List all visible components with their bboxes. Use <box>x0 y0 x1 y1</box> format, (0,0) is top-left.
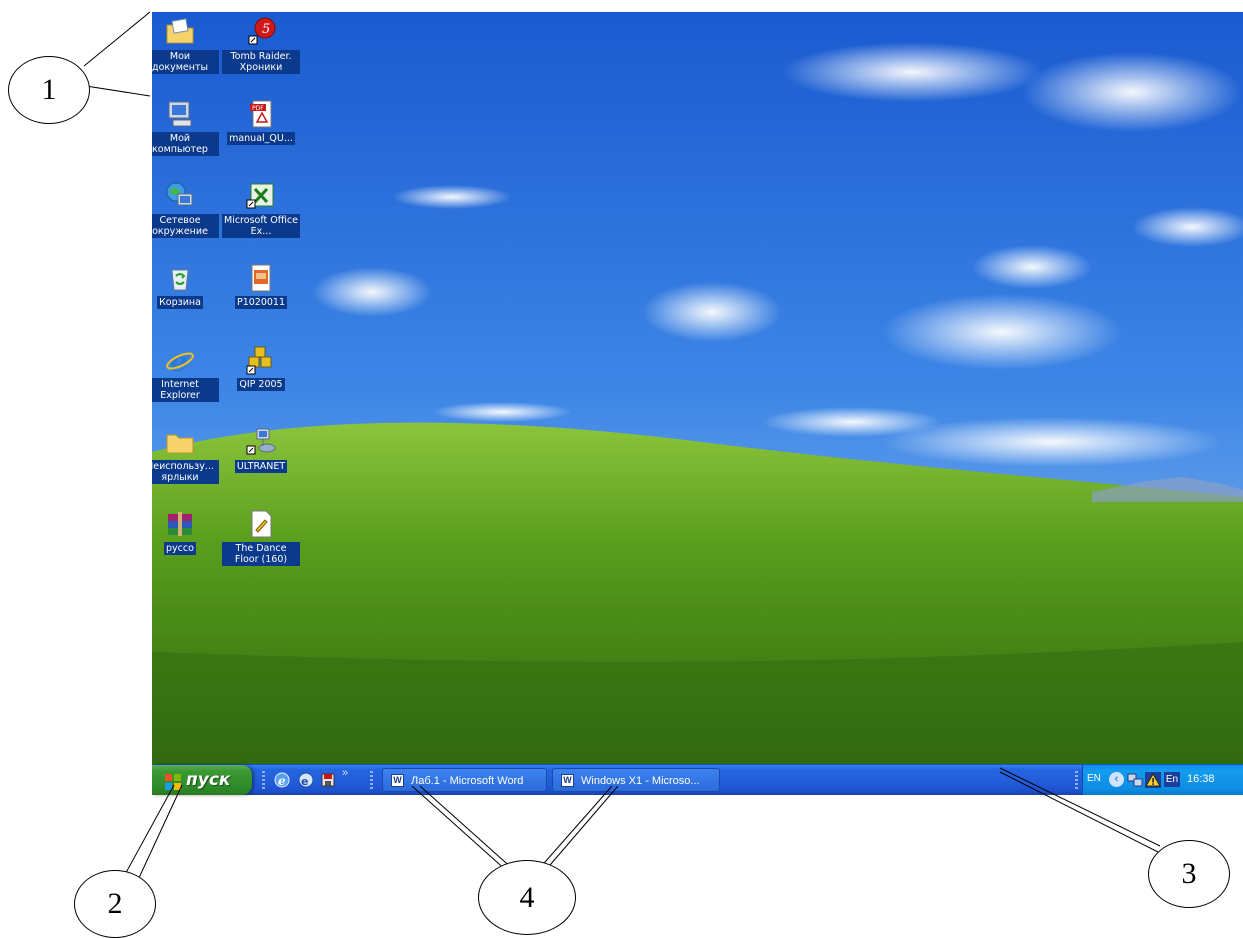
callout-4: 4 <box>478 860 576 935</box>
callout-lines <box>83 11 1161 881</box>
callout-1: 1 <box>8 56 90 124</box>
callout-2: 2 <box>74 870 156 938</box>
callout-3: 3 <box>1148 840 1230 908</box>
